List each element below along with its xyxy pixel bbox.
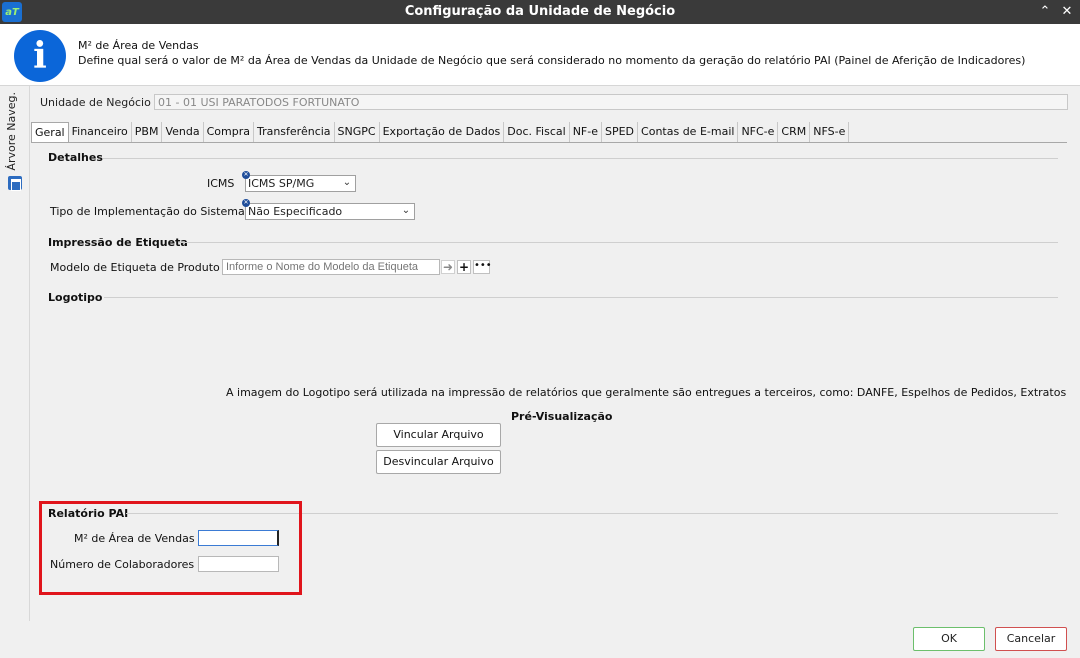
info-banner: i M² de Área de Vendas Define qual será … bbox=[0, 24, 1080, 86]
tab-doc-fiscal[interactable]: Doc. Fiscal bbox=[504, 122, 570, 142]
tab-exportacao[interactable]: Exportação de Dados bbox=[380, 122, 505, 142]
navigation-sidebar: Árvore Naveg. bbox=[0, 86, 30, 621]
section-detalhes-title: Detalhes bbox=[48, 151, 103, 164]
ok-button[interactable]: OK bbox=[913, 627, 985, 651]
tab-sngpc[interactable]: SNGPC bbox=[335, 122, 380, 142]
tab-compra[interactable]: Compra bbox=[204, 122, 254, 142]
section-etiqueta-title: Impressão de Etiqueta bbox=[48, 236, 188, 249]
section-divider bbox=[104, 297, 1058, 298]
modelo-etiqueta-label: Modelo de Etiqueta de Produto bbox=[50, 261, 220, 274]
section-divider bbox=[178, 242, 1058, 243]
vincular-arquivo-button[interactable]: Vincular Arquivo bbox=[376, 423, 501, 447]
highlight-box bbox=[39, 501, 302, 595]
tab-bar: Geral Financeiro PBM Venda Compra Transf… bbox=[31, 122, 850, 143]
chevron-up-icon[interactable]: ⌃ bbox=[1036, 3, 1054, 21]
required-icon: ✕ bbox=[242, 199, 250, 207]
ellipsis-icon[interactable]: ••• bbox=[473, 260, 492, 274]
unidade-negocio-field: 01 - 01 USI PARATODOS FORTUNATO bbox=[154, 94, 1068, 110]
tab-sped[interactable]: SPED bbox=[602, 122, 639, 142]
cancel-button[interactable]: Cancelar bbox=[995, 627, 1067, 651]
unidade-negocio-label: Unidade de Negócio bbox=[40, 96, 151, 109]
preview-label: Pré-Visualização bbox=[511, 410, 613, 423]
logotipo-note: A imagem do Logotipo será utilizada na i… bbox=[226, 386, 1066, 399]
tab-nfce[interactable]: NFC-e bbox=[738, 122, 779, 142]
sidebar-tree-label[interactable]: Árvore Naveg. bbox=[5, 92, 18, 171]
section-divider bbox=[103, 158, 1058, 159]
tab-contas-email[interactable]: Contas de E-mail bbox=[638, 122, 739, 142]
chevron-down-icon: ⌄ bbox=[401, 205, 411, 216]
tab-transferencia[interactable]: Transferência bbox=[254, 122, 335, 142]
tab-nfe[interactable]: NF-e bbox=[570, 122, 602, 142]
info-icon: i bbox=[14, 30, 66, 82]
window-title: Configuração da Unidade de Negócio bbox=[404, 4, 676, 19]
tab-venda[interactable]: Venda bbox=[162, 122, 204, 142]
tab-geral[interactable]: Geral bbox=[31, 122, 69, 143]
modelo-etiqueta-input[interactable] bbox=[222, 259, 440, 275]
tab-nfse[interactable]: NFS-e bbox=[810, 122, 850, 142]
required-icon: ✕ bbox=[242, 171, 250, 179]
tab-financeiro[interactable]: Financeiro bbox=[69, 122, 132, 142]
plus-icon[interactable]: + bbox=[457, 260, 471, 274]
chevron-down-icon: ⌄ bbox=[342, 177, 352, 188]
icms-label: ICMS bbox=[207, 177, 235, 190]
tipo-implementacao-value: Não Especificado bbox=[248, 205, 343, 218]
desvincular-arquivo-button[interactable]: Desvincular Arquivo bbox=[376, 450, 501, 474]
window-titlebar: aT Configuração da Unidade de Negócio ⌃ … bbox=[0, 0, 1080, 24]
icms-select-value: ICMS SP/MG bbox=[248, 177, 315, 190]
info-description: Define qual será o valor de M² da Área d… bbox=[78, 54, 1026, 67]
tab-pbm[interactable]: PBM bbox=[132, 122, 163, 142]
arrow-right-icon[interactable]: ➜ bbox=[441, 260, 455, 274]
close-icon[interactable]: ✕ bbox=[1058, 3, 1076, 21]
tipo-implementacao-label: Tipo de Implementação do Sistema bbox=[50, 205, 245, 218]
section-logotipo-title: Logotipo bbox=[48, 291, 103, 304]
tree-icon[interactable] bbox=[8, 176, 22, 191]
icms-select[interactable]: ICMS SP/MG ⌄ bbox=[245, 175, 356, 192]
info-title: M² de Área de Vendas bbox=[78, 39, 199, 52]
tipo-implementacao-select[interactable]: Não Especificado ⌄ bbox=[245, 203, 415, 220]
tab-crm[interactable]: CRM bbox=[778, 122, 811, 142]
